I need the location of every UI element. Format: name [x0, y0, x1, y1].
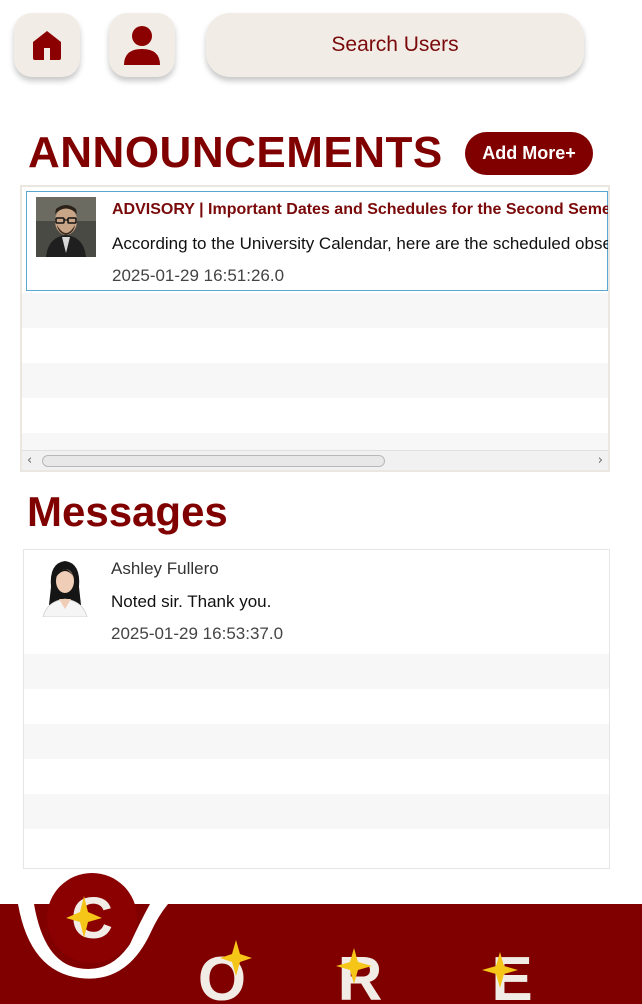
user-icon: [124, 26, 160, 65]
home-icon: [33, 31, 61, 60]
sender-name: Ashley Fullero: [111, 559, 219, 578]
sender-avatar: [39, 557, 91, 617]
announcement-title: ADVISORY | Important Dates and Schedules…: [112, 201, 610, 218]
horizontal-scrollbar[interactable]: ‹ ›: [22, 450, 608, 470]
scroll-left-icon[interactable]: ‹: [27, 453, 32, 468]
message-body: Noted sir. Thank you.: [111, 592, 272, 611]
messages-title: Messages: [27, 488, 228, 535]
announcements-list[interactable]: ADVISORY | Important Dates and Schedules…: [20, 185, 610, 472]
scroll-right-icon[interactable]: ›: [598, 453, 603, 468]
announcement-timestamp: 2025-01-29 16:51:26.0: [112, 266, 285, 285]
announcement-thumbnail: [36, 197, 96, 257]
announcements-title: ANNOUNCEMENTS: [28, 128, 443, 177]
announcement-item[interactable]: ADVISORY | Important Dates and Schedules…: [26, 191, 608, 291]
announcement-body: According to the University Calendar, he…: [112, 234, 608, 253]
empty-row: [22, 328, 608, 363]
empty-row: [24, 689, 609, 724]
profile-button[interactable]: [109, 13, 175, 77]
search-users-button[interactable]: Search Users: [206, 13, 584, 77]
empty-row: [22, 363, 608, 398]
empty-row: [24, 654, 609, 689]
empty-row: [22, 398, 608, 433]
logo-letter-r: R: [338, 945, 383, 1004]
empty-row: [24, 794, 609, 829]
messages-list[interactable]: Ashley Fullero Noted sir. Thank you. 202…: [23, 549, 610, 869]
message-item[interactable]: Ashley Fullero Noted sir. Thank you. 202…: [24, 550, 609, 654]
empty-row: [22, 293, 608, 328]
core-logo: C O R E: [18, 873, 533, 1004]
message-timestamp: 2025-01-29 16:53:37.0: [111, 624, 284, 643]
add-more-button[interactable]: Add More+: [465, 132, 593, 175]
empty-row: [24, 759, 609, 794]
home-button[interactable]: [14, 13, 80, 77]
empty-row: [24, 829, 609, 864]
scrollbar-thumb[interactable]: [42, 455, 385, 467]
empty-row: [24, 724, 609, 759]
